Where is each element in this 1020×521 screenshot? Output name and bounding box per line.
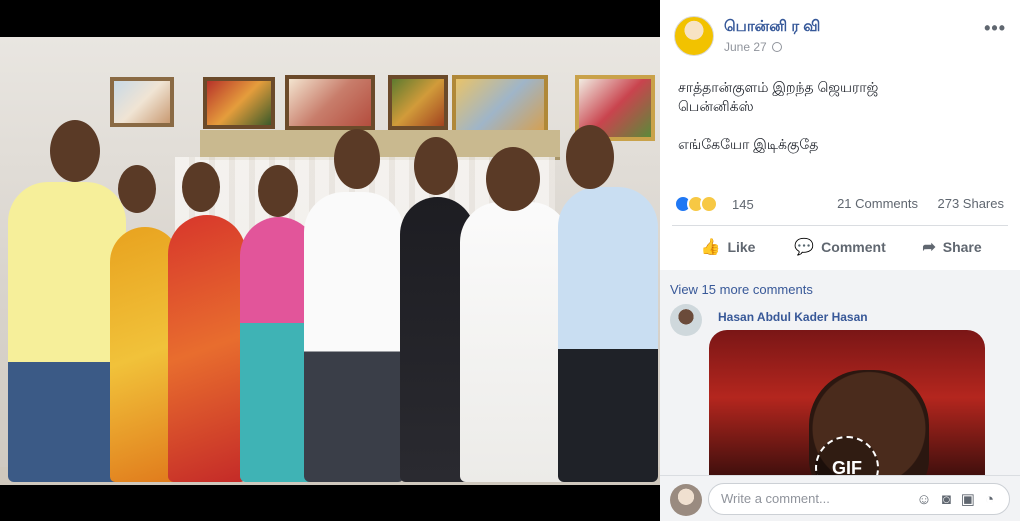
composer-tools: ☺◙▣◔ bbox=[916, 490, 1004, 508]
view-more-comments-link[interactable]: View 15 more comments bbox=[670, 282, 813, 297]
person-figure bbox=[8, 182, 126, 482]
person-head bbox=[334, 129, 380, 189]
like-button[interactable]: 👍 Like bbox=[672, 232, 784, 262]
wall-photo-frame bbox=[285, 75, 375, 130]
share-button[interactable]: ➦ Share bbox=[896, 232, 1008, 262]
share-icon: ➦ bbox=[922, 239, 936, 256]
post-text: சாத்தான்குளம் இறந்த ஜெயராஜ் பென்னிக்ஸ் எங… bbox=[678, 78, 998, 173]
post-photo[interactable] bbox=[0, 37, 660, 485]
reactions-bar: 145 21 Comments 273 Shares bbox=[674, 194, 1006, 216]
post-text-line: பென்னிக்ஸ் bbox=[678, 98, 754, 114]
post-side-panel: பொன்னி ர வி June 27 ••• சாத்தான்குளம் இற… bbox=[660, 0, 1020, 521]
person-figure bbox=[168, 215, 246, 482]
reaction-count[interactable]: 145 bbox=[732, 197, 754, 212]
thumbs-up-icon: 👍 bbox=[700, 239, 721, 256]
person-head bbox=[50, 120, 100, 182]
post-date-text[interactable]: June 27 bbox=[724, 40, 767, 54]
post-text-line: சாத்தான்குளம் இறந்த ஜெயராஜ் bbox=[678, 79, 879, 95]
gif-icon[interactable]: ▣ bbox=[961, 490, 985, 508]
divider bbox=[672, 225, 1008, 226]
comments-section: View 15 more comments Hasan Abdul Kader … bbox=[660, 270, 1020, 475]
photo-viewer bbox=[0, 0, 660, 521]
person-figure bbox=[304, 192, 404, 482]
globe-icon bbox=[771, 42, 782, 52]
post-header: பொன்னி ர வி June 27 ••• bbox=[674, 14, 1006, 62]
commenter-avatar[interactable] bbox=[670, 304, 702, 336]
person-figure bbox=[558, 187, 658, 482]
like-label: Like bbox=[727, 239, 756, 255]
comment-icon: 💬 bbox=[794, 239, 815, 256]
share-label: Share bbox=[942, 239, 982, 255]
post-actions: 👍 Like 💬 Comment ➦ Share bbox=[672, 232, 1008, 262]
post-text-line: எங்கேயோ இடிக்குதே bbox=[678, 136, 819, 152]
comment-button[interactable]: 💬 Comment bbox=[784, 232, 896, 262]
wall-photo-frame bbox=[110, 77, 174, 127]
comment-gif[interactable]: GIF bbox=[709, 330, 985, 475]
person-head bbox=[182, 162, 220, 212]
person-head bbox=[566, 125, 614, 189]
my-avatar bbox=[670, 484, 702, 516]
person-head bbox=[258, 165, 298, 217]
person-head bbox=[414, 137, 458, 195]
wall-painting-frame bbox=[452, 75, 548, 137]
author-avatar[interactable] bbox=[674, 16, 714, 56]
commenter-name[interactable]: Hasan Abdul Kader Hasan bbox=[718, 310, 868, 324]
post-text-paragraph: சாத்தான்குளம் இறந்த ஜெயராஜ் பென்னிக்ஸ் bbox=[678, 78, 998, 116]
person-figure bbox=[460, 202, 570, 482]
post-date[interactable]: June 27 bbox=[724, 40, 782, 54]
author-name[interactable]: பொன்னி ர வி bbox=[724, 18, 820, 37]
sticker-icon[interactable]: ◔ bbox=[985, 491, 1004, 508]
shares-count[interactable]: 273 Shares bbox=[938, 196, 1005, 211]
comments-count[interactable]: 21 Comments bbox=[837, 196, 918, 211]
haha-reaction-icon bbox=[700, 195, 718, 213]
more-options-icon[interactable]: ••• bbox=[984, 18, 1006, 39]
camera-icon[interactable]: ◙ bbox=[942, 491, 961, 508]
wall-painting-frame bbox=[203, 77, 275, 129]
person-head bbox=[486, 147, 540, 211]
person-head bbox=[118, 165, 156, 213]
emoji-icon[interactable]: ☺ bbox=[916, 491, 941, 508]
comment-composer: Write a comment... ☺◙▣◔ bbox=[660, 475, 1020, 521]
wall-painting-frame bbox=[388, 75, 448, 130]
comment-label: Comment bbox=[821, 239, 886, 255]
